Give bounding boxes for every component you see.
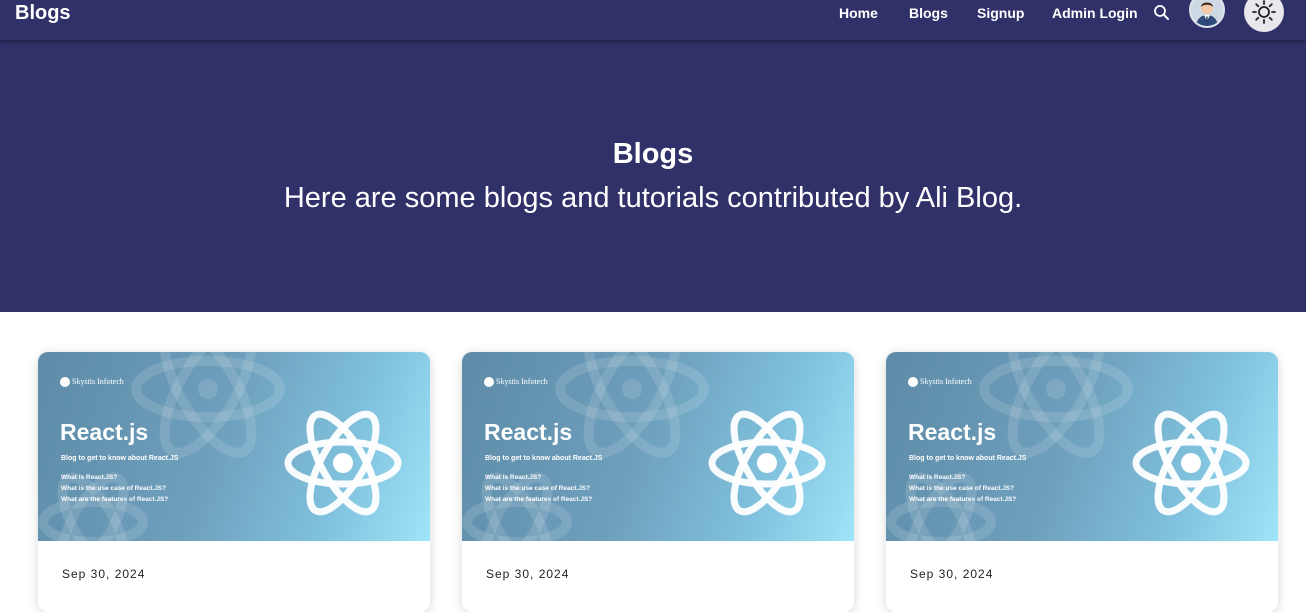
card-image-question: What is React.JS? <box>61 474 118 481</box>
card-image-question: What is React.JS? <box>485 474 542 481</box>
user-avatar[interactable] <box>1189 0 1225 28</box>
nav-link-blogs[interactable]: Blogs <box>909 4 948 22</box>
card-image-question: What is React.JS? <box>909 474 966 481</box>
card-image-tagline: Blog to get to know about React.JS <box>61 455 179 462</box>
user-avatar-icon <box>1191 0 1223 26</box>
search-icon <box>1154 5 1169 20</box>
hero-banner: Blogs Here are some blogs and tutorials … <box>0 40 1306 312</box>
card-image-question: What are the features of React.JS? <box>909 496 1017 503</box>
blog-card[interactable]: Skystis Infotech React.js Blog to get to… <box>886 352 1278 612</box>
blog-card-date: Sep 30, 2024 <box>486 567 570 581</box>
react-logo-icon <box>1132 410 1250 516</box>
card-image-question: What is the use case of React.JS? <box>61 485 167 492</box>
react-logo-icon <box>284 410 402 516</box>
card-image-question: What is the use case of React.JS? <box>909 485 1015 492</box>
card-image-heading: React.js <box>484 419 573 445</box>
theme-toggle-button[interactable] <box>1244 0 1284 32</box>
nav-link-home[interactable]: Home <box>839 4 878 22</box>
nav-link-signup[interactable]: Signup <box>977 4 1024 22</box>
blog-card-date: Sep 30, 2024 <box>62 567 146 581</box>
top-navbar: Blogs Home Blogs Signup Admin Login <box>0 0 1306 40</box>
nav-link-admin-login[interactable]: Admin Login <box>1052 4 1138 22</box>
search-button[interactable] <box>1152 3 1172 23</box>
card-image-heading: React.js <box>908 419 997 445</box>
card-image-question: What are the features of React.JS? <box>485 496 593 503</box>
hero-title: Blogs <box>612 138 694 170</box>
card-image-tagline: Blog to get to know about React.JS <box>909 455 1027 462</box>
react-logo-icon <box>708 410 826 516</box>
blog-card-image[interactable]: Skystis Infotech React.js Blog to get to… <box>462 352 854 541</box>
blog-card-date: Sep 30, 2024 <box>910 567 994 581</box>
blog-card-image[interactable]: Skystis Infotech React.js Blog to get to… <box>886 352 1278 541</box>
card-image-heading: React.js <box>60 419 149 445</box>
blog-card[interactable]: Skystis Infotech React.js Blog to get to… <box>38 352 430 612</box>
card-image-question: What are the features of React.JS? <box>61 496 169 503</box>
blog-card-image[interactable]: Skystis Infotech React.js Blog to get to… <box>38 352 430 541</box>
brand-logo[interactable]: Blogs <box>15 1 71 25</box>
hero-subtitle: Here are some blogs and tutorials contri… <box>283 182 1023 214</box>
card-image-tagline: Blog to get to know about React.JS <box>485 455 603 462</box>
sun-icon <box>1252 0 1276 24</box>
card-image-question: What is the use case of React.JS? <box>485 485 591 492</box>
blog-card[interactable]: Skystis Infotech React.js Blog to get to… <box>462 352 854 612</box>
